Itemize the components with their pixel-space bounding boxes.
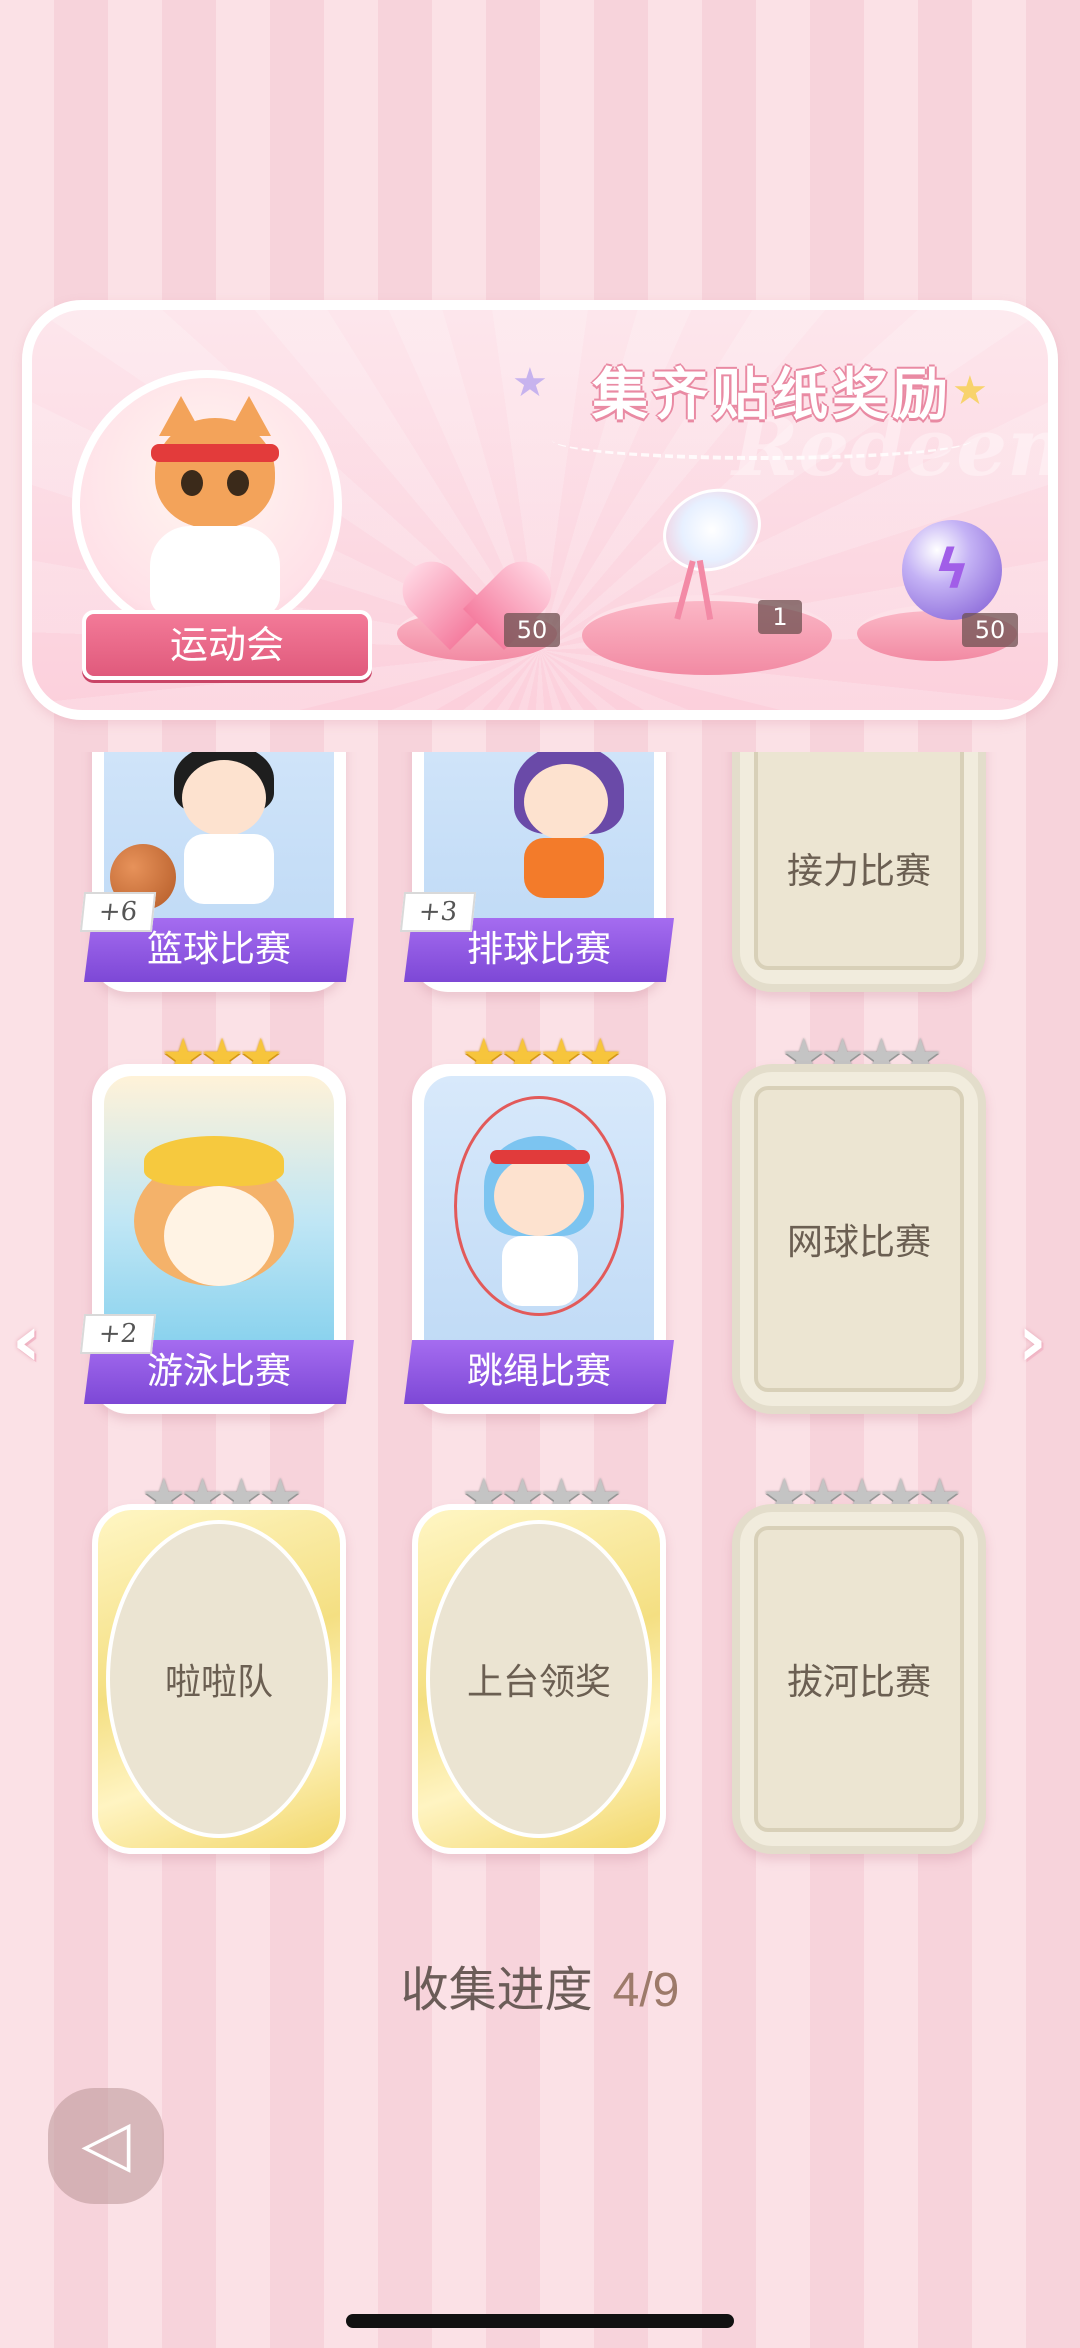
event-name-badge: 运动会 — [82, 610, 372, 680]
sticker-label: 啦啦队 — [164, 1662, 273, 1703]
sticker-grid: 篮球比赛 +6 排球比赛 +3 接力比赛 ★★★ 游泳比赛 +2 ★★★★ 跳绳… — [0, 752, 1080, 1892]
reward-count: 50 — [962, 613, 1018, 647]
crystal-fan-icon[interactable] — [642, 475, 773, 621]
back-button[interactable]: ◁ — [48, 2088, 164, 2204]
reward-count: 1 — [758, 600, 802, 634]
back-arrow-icon: ◁ — [81, 2107, 131, 2181]
sticker-label: 上台领奖 — [466, 1662, 611, 1703]
sticker-label: 网球比赛 — [786, 1222, 931, 1263]
event-avatar — [72, 370, 342, 640]
sticker-label: 拔河比赛 — [786, 1662, 931, 1703]
sticker-card-jump-rope[interactable]: ★★★★ 跳绳比赛 — [404, 1032, 674, 1414]
sticker-card-cheerleading[interactable]: ★★★★ 啦啦队 — [92, 1472, 346, 1854]
cat-mascot-icon — [151, 396, 279, 528]
pink-heart-gem-icon[interactable] — [390, 525, 564, 651]
decorative-curve — [552, 420, 972, 460]
sticker-card-tennis[interactable]: ★★★★ 网球比赛 — [732, 1032, 986, 1414]
bonus-badge: +3 — [399, 892, 477, 932]
sticker-card-basketball[interactable]: 篮球比赛 +6 — [79, 752, 354, 992]
sticker-card-volleyball[interactable]: 排球比赛 +3 — [399, 752, 674, 992]
sticker-card-tug-of-war[interactable]: ★★★★★ 拔河比赛 — [732, 1472, 986, 1854]
chevron-right-icon[interactable]: › — [1018, 1300, 1047, 1382]
chevron-left-icon[interactable]: ‹ — [12, 1300, 41, 1382]
sticker-label: 跳绳比赛 — [404, 1340, 674, 1404]
star-icon: ★ — [512, 360, 548, 406]
sticker-card-relay[interactable]: 接力比赛 — [732, 752, 986, 992]
progress-label: 收集进度 — [400, 1962, 593, 2018]
progress-value: 4/9 — [612, 1964, 680, 2017]
reward-count: 50 — [504, 613, 560, 647]
star-icon: ★ — [952, 368, 988, 414]
bonus-badge: +2 — [79, 1314, 157, 1354]
sticker-card-award[interactable]: ★★★★ 上台领奖 — [412, 1472, 666, 1854]
banner-title: 集齐贴纸奖励 — [592, 363, 952, 428]
lightning-orb-icon[interactable]: ϟ — [902, 520, 1002, 620]
collection-progress: 收集进度 4/9 — [0, 1950, 1080, 2020]
sticker-card-swimming[interactable]: ★★★ 游泳比赛 +2 — [79, 1032, 354, 1414]
reward-banner: Redeem ★ 集齐贴纸奖励 ★ 运动会 ϟ 50 1 50 — [22, 300, 1058, 720]
bonus-badge: +6 — [79, 892, 157, 932]
home-indicator[interactable] — [346, 2314, 734, 2328]
sticker-label: 接力比赛 — [786, 851, 931, 892]
